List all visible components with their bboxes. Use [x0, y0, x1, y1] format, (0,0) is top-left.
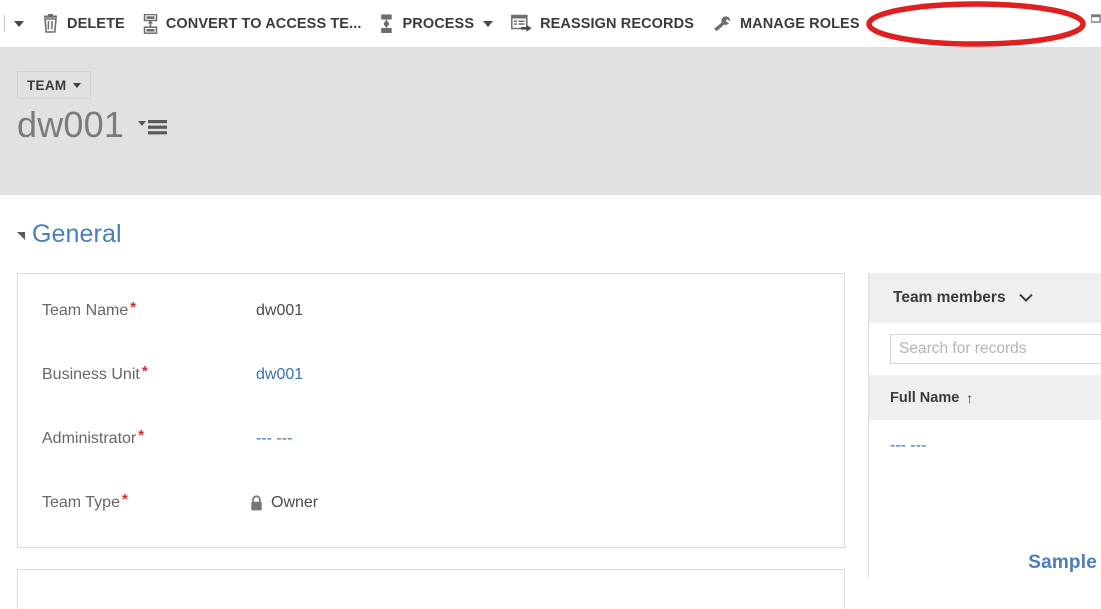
grid-cell-full-name[interactable]: --- --- [890, 437, 926, 455]
team-members-panel: Team members Full Name ↑ --- --- Sample [868, 273, 1101, 578]
manage-roles-icon [712, 15, 732, 33]
grid-header-row: Full Name ↑ [869, 375, 1101, 421]
command-bar: DELETE CONVERT TO ACCESS TE... PROCESS R… [0, 0, 1101, 48]
field-row-business-unit: Business Unit * dw001 [18, 356, 844, 394]
form-body: General Team Name * dw001 Business Unit * … [0, 195, 1101, 609]
field-row-administrator: Administrator * --- --- [18, 420, 844, 458]
lock-icon [250, 495, 263, 511]
team-members-header[interactable]: Team members [869, 273, 1101, 323]
section-general-label: General [32, 220, 122, 248]
field-value-team-type: Owner [250, 494, 318, 512]
field-value-administrator[interactable]: --- --- [256, 430, 292, 448]
field-label-business-unit: Business Unit * [42, 363, 148, 383]
field-label-administrator: Administrator * [42, 427, 145, 447]
caret-down-icon [73, 82, 82, 88]
table-row[interactable]: --- --- [869, 420, 1101, 472]
convert-access-team-icon [143, 13, 158, 34]
chevron-down-icon[interactable] [1018, 293, 1033, 303]
field-value-business-unit[interactable]: dw001 [256, 366, 303, 384]
field-value-team-name[interactable]: dw001 [256, 302, 303, 320]
reassign-records-label: REASSIGN RECORDS [540, 15, 694, 32]
field-value-team-type-text: Owner [271, 494, 319, 511]
required-indicator: * [130, 299, 137, 316]
records-search-wrap [869, 323, 1101, 375]
command-overflow-button[interactable] [5, 0, 33, 47]
field-label-team-type: Team Type * [42, 491, 128, 511]
team-members-title: Team members [893, 289, 1006, 306]
record-title-row: dw001 [17, 104, 168, 146]
secondary-fields-panel [17, 569, 845, 609]
convert-to-access-team-label: CONVERT TO ACCESS TE... [165, 15, 362, 32]
manage-roles-button[interactable]: MANAGE ROLES [703, 0, 869, 47]
reassign-records-button[interactable]: REASSIGN RECORDS [502, 0, 703, 47]
reassign-records-icon [511, 14, 532, 33]
record-header-band: TEAM dw001 [0, 48, 1101, 195]
collapse-triangle-icon [17, 231, 25, 240]
manage-roles-label: MANAGE ROLES [739, 15, 860, 32]
search-input[interactable] [890, 334, 1101, 364]
trash-delete-icon [42, 14, 59, 33]
form-selector-icon[interactable] [138, 109, 168, 141]
entity-type-label: TEAM [27, 77, 67, 93]
page-title: dw001 [17, 104, 125, 145]
process-button[interactable]: PROCESS [370, 0, 502, 47]
chevron-down-icon [483, 20, 494, 27]
section-general-toggle[interactable]: General [17, 220, 122, 249]
process-button-label: PROCESS [402, 15, 475, 32]
sort-ascending-icon: ↑ [966, 389, 974, 406]
field-row-team-name: Team Name * dw001 [18, 292, 844, 330]
field-row-team-type: Team Type * Owner [18, 484, 844, 522]
grid-column-header-full-name[interactable]: Full Name ↑ [890, 390, 973, 406]
general-fields-panel: Team Name * dw001 Business Unit * dw001 Ad… [17, 273, 845, 548]
command-bar-right-overflow[interactable] [1091, 14, 1101, 30]
field-label-team-name: Team Name * [42, 299, 137, 319]
process-icon [379, 14, 394, 34]
caret-down-icon [14, 20, 24, 27]
required-indicator: * [141, 363, 148, 380]
sample-watermark: Sample [1028, 552, 1097, 573]
required-indicator: * [121, 491, 128, 508]
delete-button-label: DELETE [67, 15, 125, 32]
delete-button[interactable]: DELETE [33, 0, 134, 47]
entity-type-selector[interactable]: TEAM [17, 71, 92, 99]
convert-to-access-team-button[interactable]: CONVERT TO ACCESS TE... [134, 0, 371, 47]
required-indicator: * [138, 427, 145, 444]
